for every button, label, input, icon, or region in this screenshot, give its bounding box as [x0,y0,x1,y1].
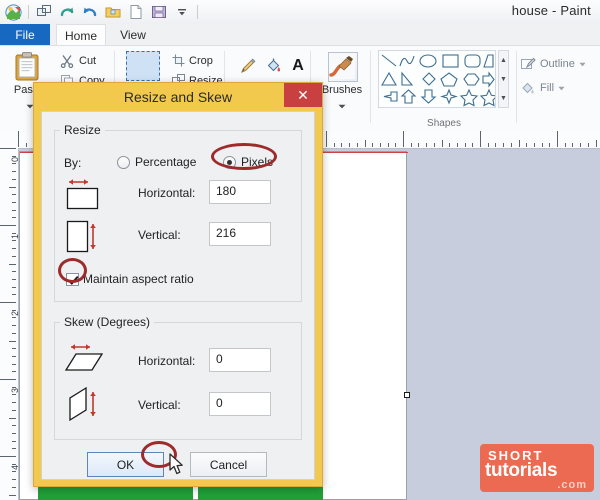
fill-icon [520,80,536,96]
cut-label: Cut [79,55,96,67]
new-icon[interactable] [125,1,147,23]
fill-dropdown-icon [558,86,565,91]
customize-icon[interactable] [171,1,193,23]
pencil-icon[interactable] [236,54,260,78]
vertical-ruler: 0 1 2 3 4 [0,148,19,500]
mouse-cursor [168,452,188,483]
ruler-corner [0,131,19,149]
fill-with-color-icon[interactable] [262,54,286,78]
open-icon[interactable] [102,1,124,23]
paint-app-icon[interactable] [2,1,24,23]
quick-access-toolbar: house - Paint [0,0,600,25]
dialog-title: Resize and Skew [34,83,322,111]
shapes-gallery[interactable] [378,50,496,108]
percentage-radio[interactable] [117,156,130,169]
scissors-icon [60,54,74,68]
annotation-ellipse-maintain-aspect-ratio [58,258,87,283]
annotation-ellipse-pixels [211,143,277,170]
paint-application-window: house - Paint File Home View [0,0,600,500]
ribbon-tab-bar: File Home View [0,24,600,46]
resize-vertical-label: Vertical: [138,228,181,242]
tab-view[interactable]: View [108,24,158,46]
undo-icon[interactable] [79,1,101,23]
tab-home[interactable]: Home [56,24,106,46]
taskbar-item-2[interactable] [198,485,323,500]
save-icon[interactable] [148,1,170,23]
resize-horizontal-label: Horizontal: [138,186,195,200]
window-title: house - Paint [512,3,591,18]
fill-button[interactable]: Fill [520,80,565,96]
skew-horizontal-label: Horizontal: [138,354,195,368]
skew-horizontal-input[interactable]: 0 [209,348,271,372]
resize-icon[interactable] [33,1,55,23]
shapes-scroll-up-icon[interactable]: ▲ [499,51,508,69]
outline-label: Outline [540,58,575,70]
watermark-line-2: tutorials [485,460,557,482]
cancel-button[interactable]: Cancel [190,452,267,477]
skew-legend: Skew (Degrees) [60,315,154,329]
paste-icon[interactable] [14,52,40,82]
ribbon-group-colors: Outline Fill [516,46,600,131]
percentage-label: Percentage [135,155,196,169]
brushes-dropdown-icon[interactable] [338,96,346,114]
toolbar-separator-2 [197,5,198,19]
crop-label: Crop [189,55,213,67]
maintain-aspect-ratio-label: Maintain aspect ratio [83,272,194,286]
group-divider-4 [370,51,371,123]
shapes-expand-icon[interactable]: ▼ [499,89,508,107]
skew-vertical-input[interactable]: 0 [209,392,271,416]
shapes-scroll-down-icon[interactable]: ▼ [499,70,508,88]
taskbar-item-1[interactable] [38,485,193,500]
skew-vertical-label: Vertical: [138,398,181,412]
resize-legend: Resize [60,123,105,137]
resize-vertical-input[interactable]: 216 [209,222,271,246]
select-icon[interactable] [126,51,160,81]
horizontal-skew-icon [64,340,112,383]
text-tool-icon[interactable]: A [286,54,310,78]
ribbon-group-shapes: ▲ ▼ ▼ Shapes [374,46,514,131]
fill-label: Fill [540,82,554,94]
close-icon[interactable]: ✕ [284,83,322,107]
vertical-resize-icon [64,218,106,263]
resize-horizontal-input[interactable]: 180 [209,180,271,204]
outline-button[interactable]: Outline [520,56,586,72]
outline-icon [520,56,536,72]
by-label: By: [64,156,81,170]
crop-button[interactable]: Crop [172,54,213,67]
outline-dropdown-icon [579,62,586,67]
watermark-line-3: .com [557,479,587,491]
resize-and-skew-dialog: Resize and Skew ✕ Resize By: Percentage … [33,82,323,487]
redo-icon[interactable] [56,1,78,23]
shapes-group-label: Shapes [374,118,514,129]
crop-icon [172,54,185,67]
dialog-body: Resize By: Percentage Pixels Horizontal:… [41,111,315,480]
horizontal-resize-icon [64,176,106,217]
canvas-resize-handle-right[interactable] [404,392,410,398]
cut-button[interactable]: Cut [60,54,96,68]
shapes-scrollbar[interactable]: ▲ ▼ ▼ [498,50,509,108]
brushes-icon[interactable] [328,52,358,82]
toolbar-separator [28,5,29,19]
watermark-logo: SHORT tutorials .com [480,444,594,492]
tab-file[interactable]: File [0,24,50,46]
vertical-skew-icon [64,384,112,431]
